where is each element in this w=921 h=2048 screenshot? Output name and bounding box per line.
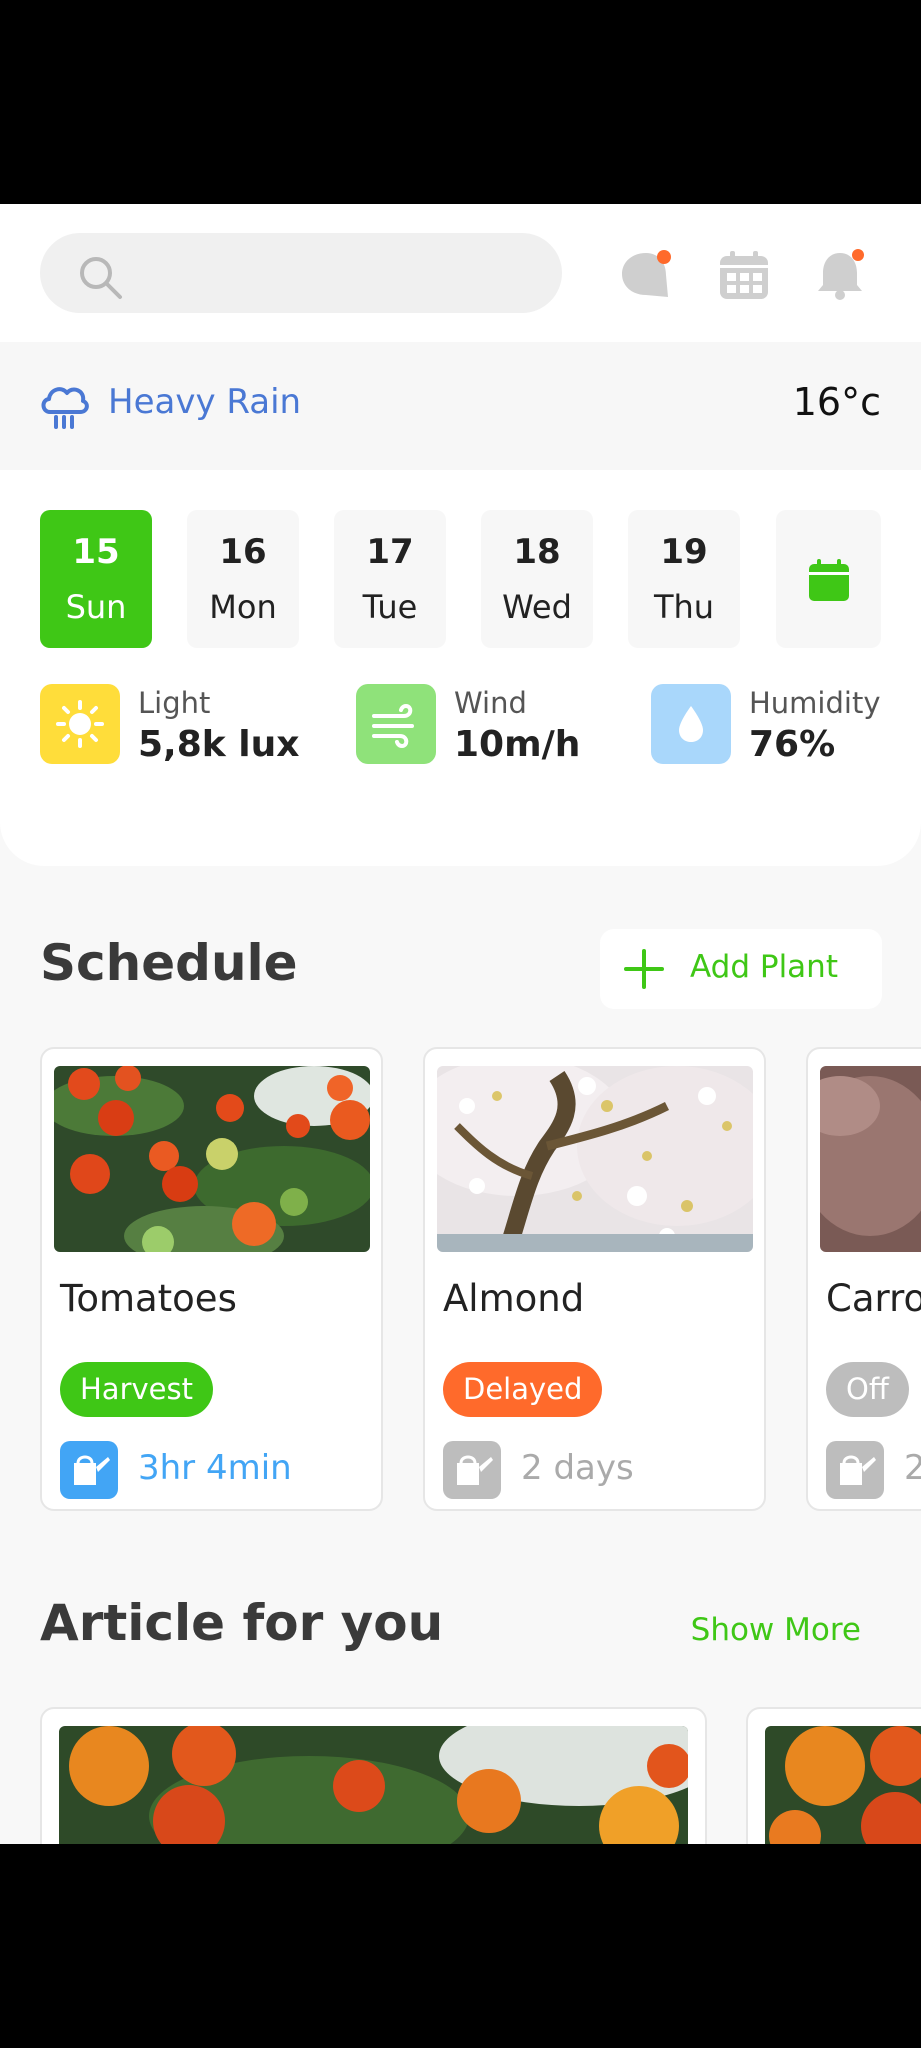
watering-time: 2: [904, 1448, 921, 1488]
bell-icon[interactable]: [814, 249, 866, 301]
water-drop-icon: [651, 684, 731, 764]
tomato-photo: [54, 1066, 370, 1252]
weather-condition: Heavy Rain: [108, 382, 302, 422]
stat-value: 10m/h: [454, 724, 581, 765]
calendar-icon: [808, 559, 849, 601]
day-number: 16: [219, 532, 267, 572]
weather-bar: Heavy Rain 16°c: [0, 342, 921, 470]
day-name: Sun: [65, 588, 127, 626]
day-tab-sun[interactable]: 15 Sun: [40, 510, 152, 648]
day-name: Mon: [209, 588, 277, 626]
day-number: 15: [72, 532, 120, 572]
stat-label: Wind: [454, 686, 527, 720]
day-tab-mon[interactable]: 16 Mon: [187, 510, 299, 648]
plant-card-carrot[interactable]: Carro Off 2: [806, 1047, 921, 1511]
status-badge: Delayed: [443, 1362, 603, 1417]
watering-can-icon: [443, 1441, 501, 1499]
day-stats-card: 15 Sun 16 Mon 17 Tue 18 Wed 19 Thu Light…: [0, 470, 921, 866]
plant-name: Tomatoes: [60, 1277, 237, 1320]
day-tab-tue[interactable]: 17 Tue: [334, 510, 446, 648]
day-name: Tue: [362, 588, 418, 626]
app-screen: Heavy Rain 16°c 15 Sun 16 Mon 17 Tue 18 …: [0, 204, 921, 1844]
calendar-icon[interactable]: [718, 249, 770, 301]
day-name: Wed: [502, 588, 572, 626]
status-badge: Harvest: [60, 1362, 213, 1417]
day-number: 19: [660, 532, 708, 572]
show-more-link[interactable]: Show More: [691, 1612, 861, 1648]
plant-card-tomatoes[interactable]: Tomatoes Harvest 3hr 4min: [40, 1047, 383, 1511]
sun-icon: [40, 684, 120, 764]
plus-icon: [624, 949, 664, 989]
day-number: 17: [366, 532, 414, 572]
stat-label: Humidity: [749, 686, 881, 720]
article-image: [765, 1726, 921, 1844]
watering-time: 2 days: [521, 1448, 634, 1488]
stat-value: 5,8k lux: [138, 724, 300, 765]
status-badge: Off: [826, 1362, 909, 1417]
carrot-photo: [820, 1066, 921, 1252]
top-bar: [0, 204, 921, 342]
search-icon: [80, 257, 122, 299]
add-plant-button[interactable]: Add Plant: [600, 929, 882, 1009]
rain-cloud-icon: [41, 387, 89, 429]
plant-card-almond[interactable]: Almond Delayed 2 days: [423, 1047, 766, 1511]
chat-icon[interactable]: [620, 249, 672, 301]
schedule-title: Schedule: [40, 934, 298, 992]
article-card[interactable]: [40, 1707, 707, 1844]
plant-name: Carro: [826, 1277, 921, 1320]
article-image: [59, 1726, 688, 1844]
open-calendar-button[interactable]: [776, 510, 881, 648]
day-tab-wed[interactable]: 18 Wed: [481, 510, 593, 648]
watering-can-icon: [826, 1441, 884, 1499]
almond-tree-photo: [437, 1066, 753, 1252]
articles-title: Article for you: [40, 1594, 444, 1652]
add-plant-label: Add Plant: [690, 949, 838, 985]
search-input[interactable]: [40, 233, 562, 313]
wind-icon: [356, 684, 436, 764]
day-name: Thu: [653, 588, 715, 626]
temperature: 16°c: [792, 380, 881, 424]
day-tab-thu[interactable]: 19 Thu: [628, 510, 740, 648]
watering-time: 3hr 4min: [138, 1448, 292, 1488]
day-number: 18: [513, 532, 561, 572]
stat-label: Light: [138, 686, 211, 720]
watering-can-icon: [60, 1441, 118, 1499]
plant-name: Almond: [443, 1277, 585, 1320]
article-card[interactable]: [746, 1707, 921, 1844]
stat-value: 76%: [749, 724, 836, 765]
